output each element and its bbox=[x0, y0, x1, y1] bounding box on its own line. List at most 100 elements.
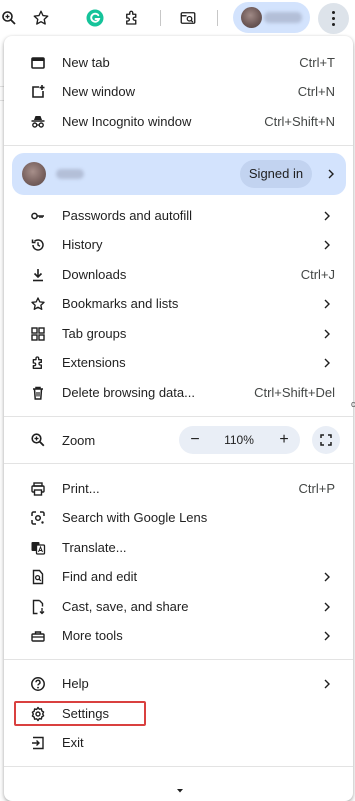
new-tab-icon bbox=[30, 55, 46, 71]
divider bbox=[4, 463, 353, 464]
chrome-menu: New tab Ctrl+T New window Ctrl+N New Inc… bbox=[4, 36, 353, 801]
profile-name-blurred bbox=[56, 169, 84, 179]
shortcut: Ctrl+Shift+N bbox=[264, 114, 335, 129]
chevron-right-icon bbox=[322, 209, 332, 223]
menu-item-label: Extensions bbox=[62, 355, 126, 370]
zoom-control: − 110% + bbox=[179, 426, 300, 454]
more-vert-icon[interactable] bbox=[318, 3, 349, 34]
menu-item-more-tools[interactable]: More tools bbox=[4, 621, 353, 650]
menu-item-history[interactable]: History bbox=[4, 230, 353, 259]
zoom-in-button[interactable]: + bbox=[270, 426, 298, 454]
chevron-right-icon bbox=[322, 238, 332, 252]
chevron-right-icon bbox=[326, 167, 336, 181]
menu-item-label: Downloads bbox=[62, 267, 127, 282]
key-icon bbox=[30, 208, 46, 224]
help-icon bbox=[30, 676, 46, 692]
divider bbox=[4, 766, 353, 767]
menu-item-label: More tools bbox=[62, 628, 123, 643]
menu-item-print[interactable]: Print... Ctrl+P bbox=[4, 474, 353, 503]
shortcut: Ctrl+Shift+Del bbox=[254, 385, 335, 400]
menu-item-label: Cast, save, and share bbox=[62, 599, 189, 614]
menu-item-find-edit[interactable]: Find and edit bbox=[4, 562, 353, 591]
menu-item-translate[interactable]: Translate... bbox=[4, 533, 353, 562]
settings-highlight-box bbox=[14, 701, 146, 726]
menu-item-label: History bbox=[62, 237, 103, 252]
chevron-right-icon bbox=[322, 570, 332, 584]
shortcut: Ctrl+N bbox=[297, 84, 335, 99]
cast-icon bbox=[30, 599, 46, 615]
translate-icon bbox=[30, 540, 46, 556]
grammarly-icon[interactable] bbox=[84, 5, 106, 31]
zoom-row: Zoom − 110% + bbox=[4, 423, 353, 457]
menu-item-google-lens[interactable]: Search with Google Lens bbox=[4, 503, 353, 532]
toolbar-separator bbox=[217, 10, 218, 26]
zoom-out-button[interactable]: − bbox=[181, 426, 209, 454]
chevron-right-icon bbox=[322, 677, 332, 691]
profile-name-blurred bbox=[264, 12, 302, 23]
menu-item-label: Passwords and autofill bbox=[62, 208, 193, 223]
menu-item-label: Tab groups bbox=[62, 326, 127, 341]
browser-toolbar bbox=[0, 0, 355, 38]
menu-item-bookmarks-lists[interactable]: Bookmarks and lists bbox=[4, 289, 353, 318]
menu-item-label: New window bbox=[62, 84, 135, 99]
download-icon bbox=[30, 267, 46, 283]
menu-item-label: Search with Google Lens bbox=[62, 510, 208, 525]
menu-item-label: Bookmarks and lists bbox=[62, 296, 179, 311]
chevron-right-icon bbox=[322, 356, 332, 370]
fullscreen-button[interactable] bbox=[312, 426, 340, 454]
trash-icon bbox=[30, 385, 46, 401]
menu-item-delete-browsing-data[interactable]: Delete browsing data... Ctrl+Shift+Del bbox=[4, 378, 353, 407]
chevron-right-icon bbox=[322, 297, 332, 311]
menu-item-label: Help bbox=[62, 676, 89, 691]
tab-groups-icon bbox=[30, 326, 46, 342]
menu-item-label: Print... bbox=[62, 481, 100, 496]
menu-item-label: Translate... bbox=[62, 540, 127, 555]
menu-item-help[interactable]: Help bbox=[4, 669, 353, 698]
star-icon bbox=[30, 296, 46, 312]
shortcut: Ctrl+J bbox=[300, 267, 335, 282]
divider bbox=[4, 659, 353, 660]
menu-item-new-window[interactable]: New window Ctrl+N bbox=[4, 77, 353, 106]
page-edge-glyph: c bbox=[351, 399, 355, 409]
scroll-down-arrow-icon[interactable] bbox=[176, 781, 184, 793]
new-window-icon bbox=[30, 84, 46, 100]
history-icon bbox=[30, 237, 46, 253]
avatar bbox=[241, 7, 262, 28]
toolbox-icon bbox=[30, 628, 46, 644]
avatar bbox=[22, 162, 46, 186]
profile-chip[interactable] bbox=[233, 2, 310, 33]
find-icon bbox=[30, 569, 46, 585]
lens-icon bbox=[30, 510, 46, 526]
menu-item-exit[interactable]: Exit bbox=[4, 728, 353, 757]
toolbar-separator bbox=[160, 10, 161, 26]
menu-item-downloads[interactable]: Downloads Ctrl+J bbox=[4, 260, 353, 289]
menu-item-tab-groups[interactable]: Tab groups bbox=[4, 319, 353, 348]
menu-item-new-tab[interactable]: New tab Ctrl+T bbox=[4, 48, 353, 77]
signed-in-badge: Signed in bbox=[240, 160, 312, 188]
tab-search-icon[interactable] bbox=[177, 5, 199, 31]
incognito-icon bbox=[30, 114, 46, 130]
divider bbox=[4, 145, 353, 146]
menu-item-label: New Incognito window bbox=[62, 114, 192, 129]
menu-item-label: New tab bbox=[62, 55, 110, 70]
menu-item-label: Delete browsing data... bbox=[62, 385, 195, 400]
extensions-icon bbox=[30, 355, 46, 371]
zoom-value: 110% bbox=[224, 433, 254, 447]
divider bbox=[4, 416, 353, 417]
chevron-right-icon bbox=[322, 600, 332, 614]
zoom-icon bbox=[30, 432, 46, 453]
menu-item-passwords-autofill[interactable]: Passwords and autofill bbox=[4, 201, 353, 230]
bookmark-star-icon[interactable] bbox=[30, 5, 52, 31]
shortcut: Ctrl+T bbox=[299, 55, 335, 70]
menu-item-cast-save-share[interactable]: Cast, save, and share bbox=[4, 592, 353, 621]
shortcut: Ctrl+P bbox=[298, 481, 335, 496]
menu-item-new-incognito-window[interactable]: New Incognito window Ctrl+Shift+N bbox=[4, 107, 353, 136]
profile-row[interactable]: Signed in bbox=[12, 153, 346, 195]
extensions-icon[interactable] bbox=[121, 5, 143, 31]
zoom-label: Zoom bbox=[62, 433, 96, 448]
fullscreen-icon bbox=[320, 434, 332, 446]
menu-item-extensions[interactable]: Extensions bbox=[4, 348, 353, 377]
print-icon bbox=[30, 481, 46, 497]
exit-icon bbox=[30, 735, 46, 751]
zoom-icon[interactable] bbox=[0, 5, 20, 31]
